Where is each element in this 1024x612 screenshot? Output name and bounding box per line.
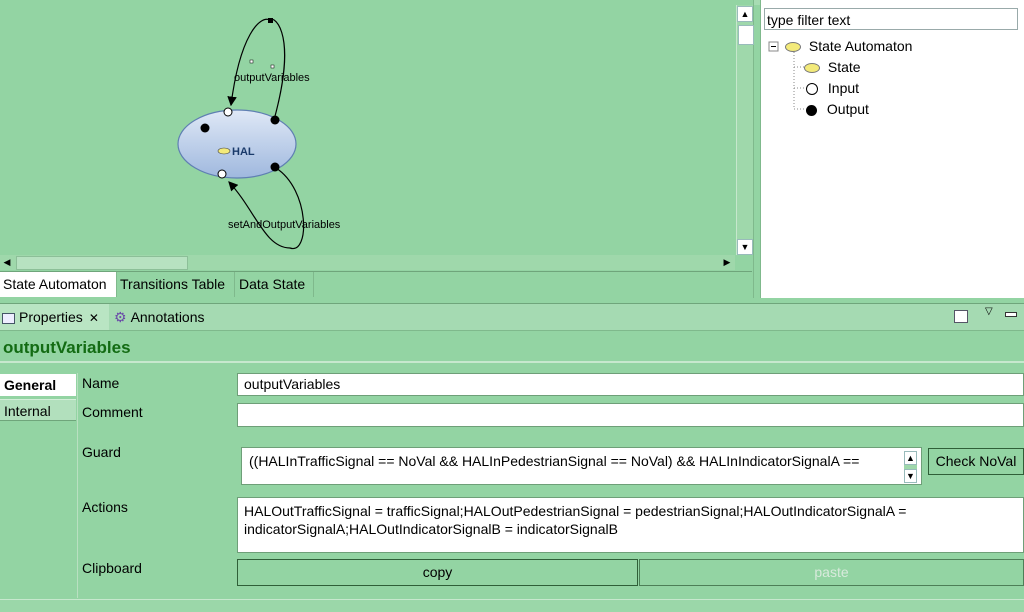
nav-general[interactable]: General bbox=[0, 374, 76, 396]
nav-internal[interactable]: Internal bbox=[0, 399, 76, 421]
state-node-label: HAL bbox=[232, 146, 255, 158]
minimize-icon[interactable] bbox=[1005, 312, 1017, 317]
properties-tab-bar: Properties ✕ ⚙ Annotations ▽ bbox=[0, 303, 1024, 331]
filter-input[interactable]: type filter text bbox=[764, 8, 1018, 30]
transition-bottom-edge[interactable] bbox=[228, 167, 305, 249]
tab-label: Properties bbox=[19, 309, 83, 325]
scroll-down-icon[interactable]: ▼ bbox=[904, 469, 917, 483]
scroll-thumb[interactable] bbox=[16, 256, 188, 270]
guard-label: Guard bbox=[82, 444, 121, 460]
pin-editor-icon[interactable] bbox=[954, 310, 968, 323]
tree-item-output[interactable]: Output bbox=[806, 99, 869, 119]
input-port[interactable] bbox=[217, 169, 227, 179]
scroll-up-icon[interactable]: ▲ bbox=[737, 6, 753, 22]
properties-nav: General Internal bbox=[0, 373, 78, 598]
editor-horizontal-scrollbar[interactable]: ◀ ▶ bbox=[0, 255, 735, 270]
scroll-left-icon[interactable]: ◀ bbox=[0, 255, 14, 269]
properties-icon bbox=[2, 312, 15, 324]
comment-label: Comment bbox=[82, 404, 143, 420]
tree-item-label: State Automaton bbox=[808, 38, 913, 54]
comment-field[interactable] bbox=[237, 403, 1024, 427]
editor-vertical-scrollbar[interactable]: ▲ ▼ bbox=[736, 5, 754, 255]
input-port[interactable] bbox=[223, 107, 233, 117]
scroll-right-icon[interactable]: ▶ bbox=[720, 255, 734, 269]
actions-label: Actions bbox=[82, 499, 128, 515]
tab-data-state[interactable]: Data State bbox=[236, 272, 314, 297]
state-ellipse-icon bbox=[785, 42, 801, 53]
tab-properties[interactable]: Properties ✕ bbox=[0, 304, 109, 330]
tree-item-state[interactable]: State bbox=[804, 57, 861, 77]
tab-label: Annotations bbox=[130, 309, 205, 325]
guard-scrollbar[interactable]: ▲ ▼ bbox=[904, 451, 917, 483]
close-icon[interactable]: ✕ bbox=[89, 311, 99, 325]
gear-icon: ⚙ bbox=[114, 309, 127, 325]
outline-panel: type filter text State Automaton State I… bbox=[760, 0, 1024, 298]
output-port[interactable] bbox=[270, 162, 280, 172]
view-menu-icon[interactable]: ▽ bbox=[985, 306, 993, 317]
bendpoint-handle[interactable] bbox=[268, 18, 273, 23]
output-dot-icon bbox=[806, 104, 817, 116]
name-field[interactable]: outputVariables bbox=[237, 373, 1024, 396]
paste-button: paste bbox=[639, 559, 1024, 586]
tree-item-input[interactable]: Input bbox=[806, 78, 859, 98]
output-port[interactable] bbox=[200, 123, 210, 133]
title-divider bbox=[0, 361, 1024, 363]
tab-transitions-table[interactable]: Transitions Table bbox=[117, 272, 235, 297]
state-ellipse-icon bbox=[804, 63, 820, 74]
transition-bottom-label[interactable]: setAndOutputVariables bbox=[228, 219, 341, 231]
scroll-thumb[interactable] bbox=[738, 25, 754, 45]
copy-button[interactable]: copy bbox=[237, 559, 638, 586]
actions-field[interactable]: HALOutTrafficSignal = trafficSignal;HALO… bbox=[237, 497, 1024, 553]
transition-top-label[interactable]: outputVariables bbox=[234, 72, 310, 84]
output-port[interactable] bbox=[270, 115, 280, 125]
transition-top-edge[interactable] bbox=[227, 18, 286, 121]
scroll-down-icon[interactable]: ▼ bbox=[737, 239, 753, 255]
properties-view: Properties ✕ ⚙ Annotations ▽ outputVariabl… bbox=[0, 303, 1024, 612]
tab-state-automaton[interactable]: State Automaton bbox=[0, 272, 117, 297]
tree-item-label: Output bbox=[826, 101, 869, 117]
input-circle-icon bbox=[806, 83, 818, 96]
name-label: Name bbox=[82, 375, 120, 391]
scroll-up-icon[interactable]: ▲ bbox=[904, 451, 917, 465]
tree-item-label: State bbox=[827, 59, 861, 75]
editor-tab-bar: State Automaton Transitions Table Data S… bbox=[0, 271, 752, 298]
label-handle[interactable] bbox=[270, 64, 275, 69]
clipboard-label: Clipboard bbox=[82, 560, 142, 576]
bottom-strip bbox=[0, 599, 1024, 612]
tree-item-label: Input bbox=[827, 80, 860, 96]
state-icon bbox=[217, 147, 231, 155]
check-noval-button[interactable]: Check NoVal bbox=[928, 448, 1024, 475]
tree-item-state-automaton[interactable]: State Automaton bbox=[785, 36, 912, 56]
label-handle[interactable] bbox=[249, 59, 254, 64]
guard-field[interactable]: ((HALInTrafficSignal == NoVal && HALInPe… bbox=[241, 447, 922, 485]
page-title: outputVariables bbox=[3, 338, 131, 357]
diagram-canvas[interactable]: outputVariables setAndOutputVariables HA… bbox=[0, 5, 735, 255]
tab-annotations[interactable]: ⚙ Annotations bbox=[112, 304, 214, 330]
